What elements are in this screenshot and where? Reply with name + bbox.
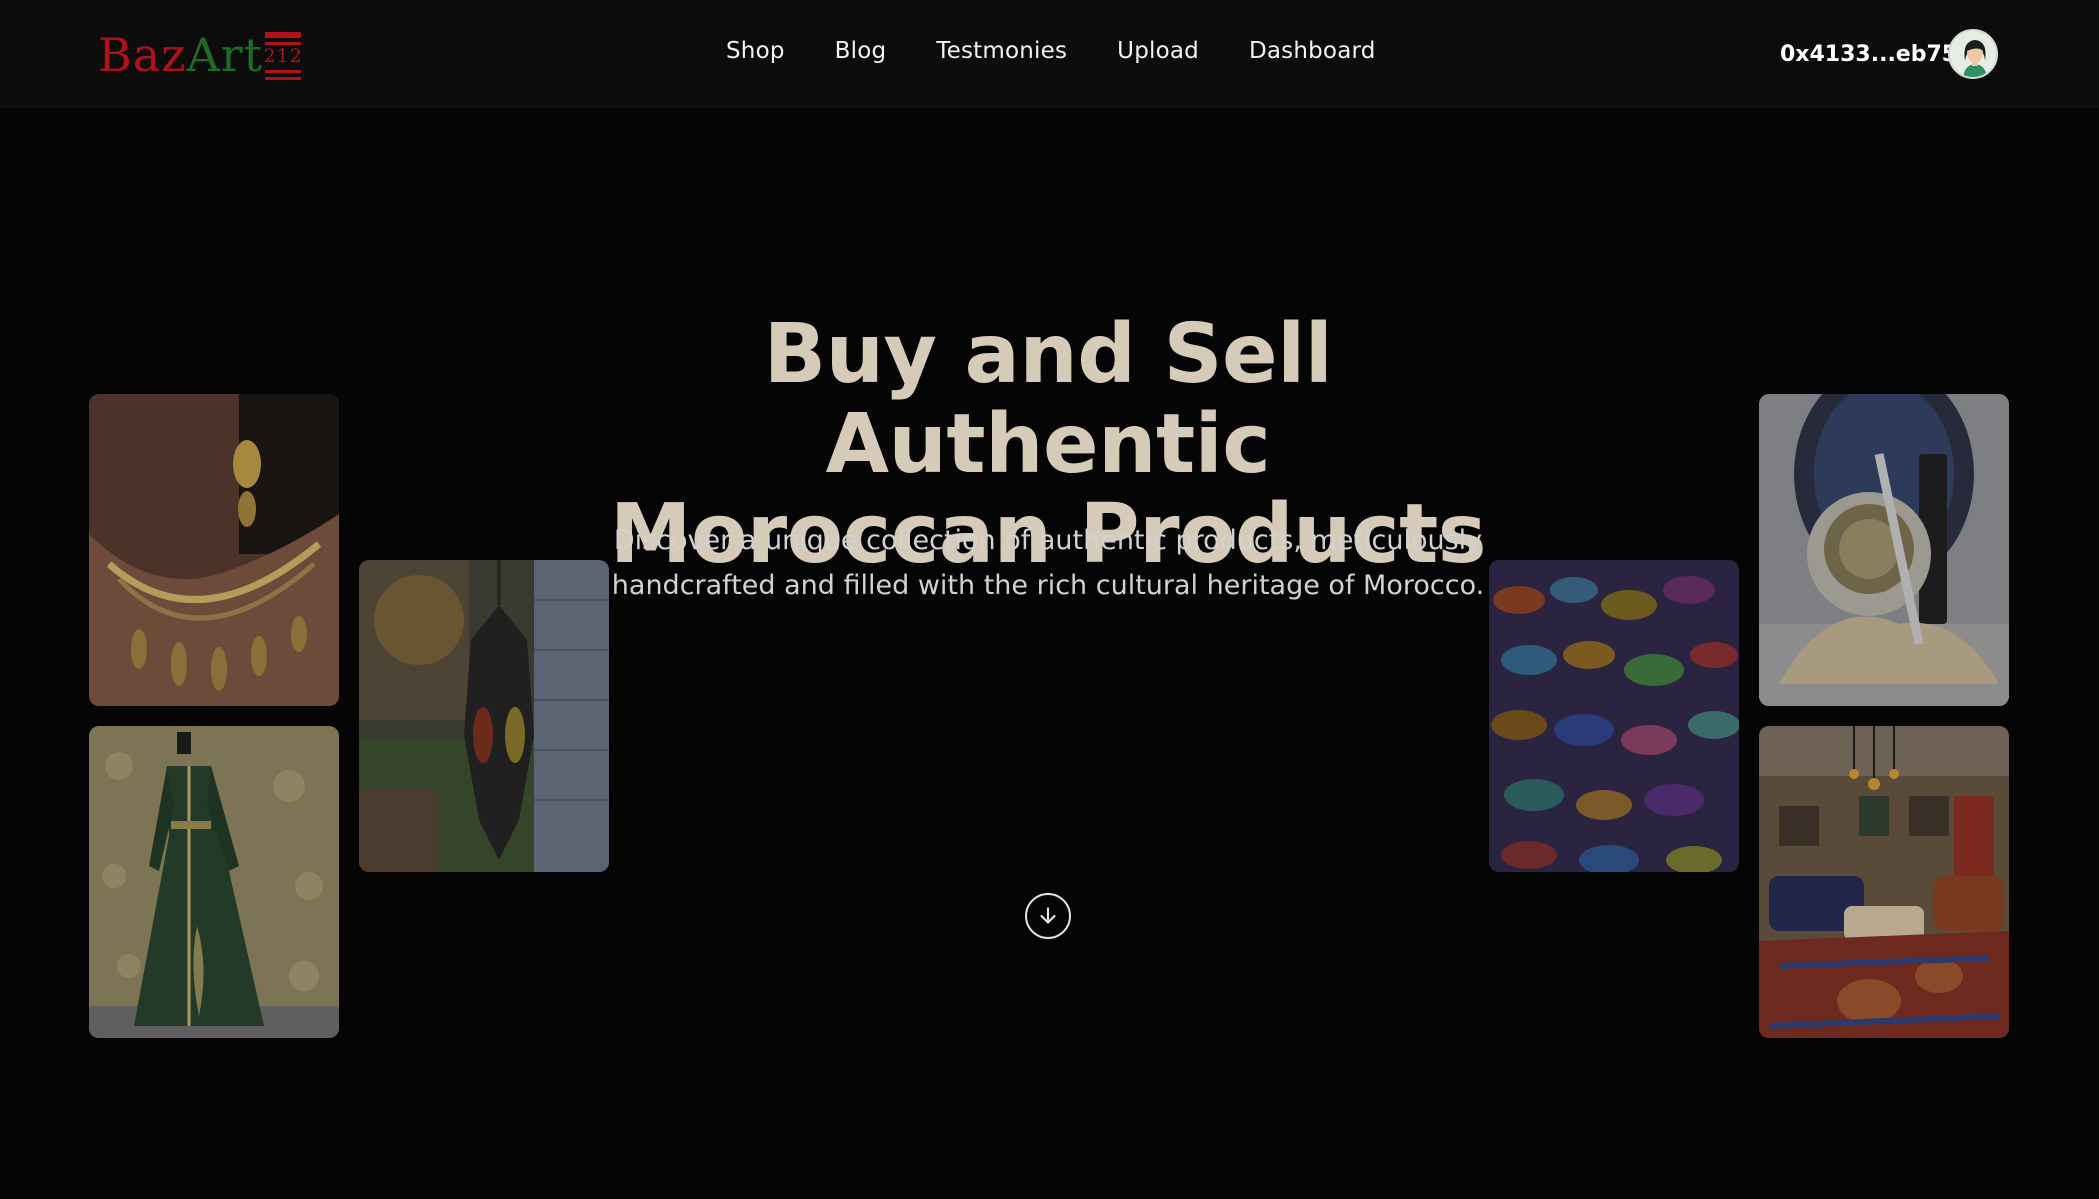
nav-link-shop[interactable]: Shop xyxy=(726,38,785,64)
nav-link-blog[interactable]: Blog xyxy=(835,38,887,64)
top-navbar: Baz Art 212 Shop Blog Testmonies Upload D… xyxy=(0,0,2099,108)
nav-link-dashboard[interactable]: Dashboard xyxy=(1249,38,1376,64)
brand-logo[interactable]: Baz Art 212 xyxy=(98,28,304,82)
product-image-living-room[interactable] xyxy=(1759,726,2009,1038)
product-image-ceramics[interactable] xyxy=(1489,560,1739,872)
product-image-cosmetics[interactable] xyxy=(1759,394,2009,706)
wallet-address[interactable]: 0x4133...eb75 xyxy=(1780,42,1957,67)
logo-badge-number: 212 xyxy=(262,44,304,67)
nav-link-testimonies[interactable]: Testmonies xyxy=(936,38,1067,64)
product-image-kaftan[interactable] xyxy=(89,726,339,1038)
nav-link-upload[interactable]: Upload xyxy=(1117,38,1199,64)
logo-badge: 212 xyxy=(262,32,304,80)
user-avatar-icon[interactable] xyxy=(1948,29,1998,79)
main-nav: Shop Blog Testmonies Upload Dashboard xyxy=(726,38,1376,64)
logo-text-green: Art xyxy=(186,28,264,82)
logo-text-red: Baz xyxy=(98,28,187,82)
hero-subtitle: Discover a unique collection of authenti… xyxy=(611,525,1485,601)
arrow-down-circle-icon[interactable] xyxy=(1025,893,1071,939)
product-image-lantern[interactable] xyxy=(359,560,609,872)
product-image-jewelry[interactable] xyxy=(89,394,339,706)
